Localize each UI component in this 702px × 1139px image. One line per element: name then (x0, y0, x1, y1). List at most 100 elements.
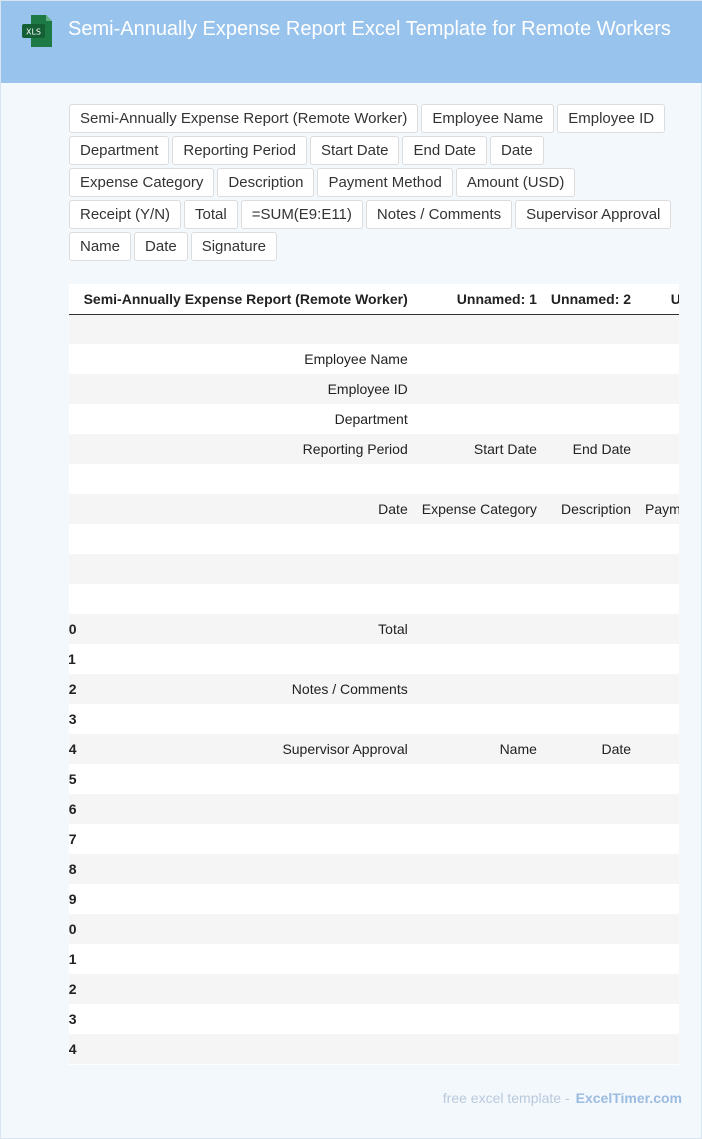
table-cell (76, 764, 415, 794)
table-cell (414, 764, 544, 794)
table-cell (543, 464, 639, 494)
row-index-cell: 20 (69, 914, 77, 944)
table-cell (543, 344, 639, 374)
tag-chip[interactable]: Department (69, 136, 170, 165)
table-cell (76, 854, 415, 884)
table-cell: Department (76, 404, 415, 434)
table-cell (638, 824, 679, 854)
table-cell (638, 944, 679, 974)
tag-chip[interactable]: Start Date (309, 136, 400, 165)
tag-chip[interactable]: Employee ID (557, 104, 666, 133)
tag-chip[interactable]: Receipt (Y/N) (69, 200, 182, 229)
tag-chip[interactable]: Description (217, 168, 315, 197)
table-row: 7 (69, 524, 679, 554)
table-row: 13 (69, 704, 679, 734)
index-header-cell (69, 284, 77, 315)
table-row: 24 (69, 1034, 679, 1064)
table-cell (543, 614, 639, 644)
tag-chip[interactable]: Notes / Comments (365, 200, 513, 229)
table-cell (414, 614, 544, 644)
header-bar: XLS Semi-Annually Expense Report Excel T… (1, 1, 702, 83)
table-row: 20 (69, 914, 679, 944)
row-index-cell: 3 (69, 404, 77, 434)
row-index-cell: 17 (69, 824, 77, 854)
table-cell (414, 704, 544, 734)
column-header-cell: Semi-Annually Expense Report (Remote Wor… (76, 284, 415, 315)
table-cell: Reporting Period (76, 434, 415, 464)
table-row: 6DateExpense CategoryDescriptionPayment … (69, 494, 679, 524)
data-table-container[interactable]: Semi-Annually Expense Report (Remote Wor… (69, 284, 679, 1065)
table-cell (76, 704, 415, 734)
table-row: 4Reporting PeriodStart DateEnd Date (69, 434, 679, 464)
tag-chip[interactable]: Expense Category (69, 168, 215, 197)
table-cell (76, 644, 415, 674)
footer-text: free excel template - (442, 1090, 570, 1106)
tag-chip[interactable]: Name (69, 232, 132, 261)
row-index-label: 15 (69, 771, 77, 787)
page-title: Semi-Annually Expense Report Excel Templ… (68, 18, 671, 40)
row-index-label: 18 (69, 861, 77, 877)
tag-chip[interactable]: Date (490, 136, 544, 165)
table-row: 12Notes / Comments (69, 674, 679, 704)
table-cell (76, 824, 415, 854)
table-cell: Description (543, 494, 639, 524)
table-cell (543, 794, 639, 824)
table-cell (543, 584, 639, 614)
table-row: 15 (69, 764, 679, 794)
table-cell (638, 1034, 679, 1064)
table-row: 16 (69, 794, 679, 824)
table-cell (414, 914, 544, 944)
table-row: 18 (69, 854, 679, 884)
table-row: 1Employee Name (69, 344, 679, 374)
table-cell: Employee Name (76, 344, 415, 374)
table-row: 22 (69, 974, 679, 1004)
table-row: 11 (69, 644, 679, 674)
tag-chip[interactable]: Signature (190, 232, 277, 261)
table-cell (638, 1004, 679, 1034)
row-index-cell: 24 (69, 1034, 77, 1064)
table-cell (76, 914, 415, 944)
row-index-cell: 15 (69, 764, 77, 794)
row-index-cell: 22 (69, 974, 77, 1004)
table-cell (76, 1034, 415, 1064)
table-cell (414, 944, 544, 974)
tag-chip[interactable]: Semi-Annually Expense Report (Remote Wor… (69, 104, 419, 133)
table-cell (414, 554, 544, 584)
tag-chip[interactable]: Reporting Period (172, 136, 307, 165)
table-row: 14Supervisor ApprovalNameDate (69, 734, 679, 764)
tag-chip[interactable]: =SUM(E9:E11) (240, 200, 363, 229)
table-cell (638, 434, 679, 464)
table-cell (76, 884, 415, 914)
tag-chip[interactable]: Employee Name (421, 104, 555, 133)
table-cell (543, 944, 639, 974)
column-header-cell: Unnamed: 2 (543, 284, 639, 315)
table-cell (414, 674, 544, 704)
tag-chip[interactable]: Supervisor Approval (515, 200, 672, 229)
table-cell (543, 404, 639, 434)
tag-chip[interactable]: Amount (USD) (455, 168, 576, 197)
tag-chip[interactable]: Date (134, 232, 188, 261)
table-cell (414, 404, 544, 434)
table-cell (543, 884, 639, 914)
row-index-label: 13 (69, 711, 77, 727)
tag-chip[interactable]: Payment Method (317, 168, 453, 197)
table-cell (414, 974, 544, 1004)
row-index-cell: 1 (69, 344, 77, 374)
table-cell (76, 464, 415, 494)
footer-brand-link[interactable]: ExcelTimer.com (576, 1090, 682, 1106)
table-cell (76, 584, 415, 614)
table-cell (76, 314, 415, 344)
table-header-row: Semi-Annually Expense Report (Remote Wor… (69, 284, 679, 315)
table-cell (76, 944, 415, 974)
table-cell (543, 704, 639, 734)
tag-chip[interactable]: End Date (402, 136, 488, 165)
table-cell (414, 824, 544, 854)
table-cell (543, 1004, 639, 1034)
table-row: 3Department (69, 404, 679, 434)
table-cell (638, 884, 679, 914)
table-row: 9 (69, 584, 679, 614)
table-cell (638, 344, 679, 374)
table-cell (543, 914, 639, 944)
table-cell (638, 584, 679, 614)
tag-chip[interactable]: Total (184, 200, 238, 229)
